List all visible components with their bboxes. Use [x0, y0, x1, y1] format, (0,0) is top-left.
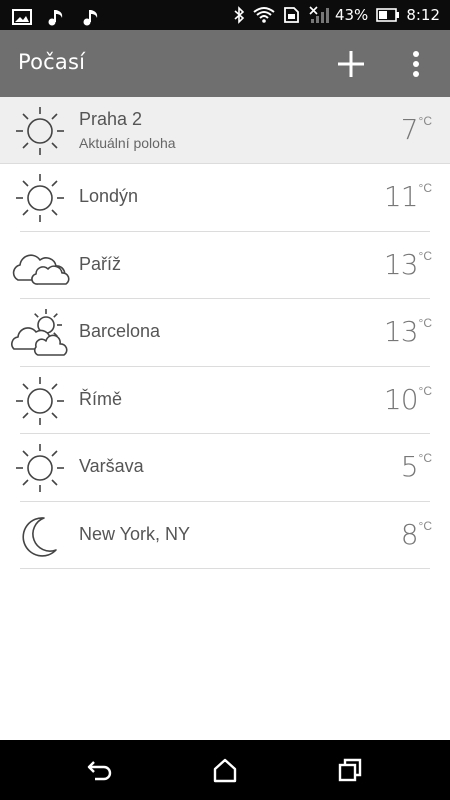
location-row[interactable]: New York, NY 8 °C [0, 502, 450, 569]
cloud-icon [12, 253, 70, 285]
back-icon [87, 761, 112, 781]
home-icon [213, 758, 237, 783]
add-icon [338, 51, 364, 77]
notification-icons [12, 6, 112, 25]
sun-icon [16, 376, 64, 425]
sim-card-icon [284, 7, 299, 23]
recent-apps-button[interactable] [335, 756, 365, 784]
city-name: Paříž [79, 253, 122, 274]
system-status: 43% 8:12 [225, 0, 440, 30]
home-button[interactable] [210, 756, 240, 784]
location-row-current[interactable]: Praha 2 Aktuální poloha 7 °C [0, 97, 450, 164]
moon-icon [22, 516, 57, 557]
location-row[interactable]: Londýn 11 °C [0, 164, 450, 232]
temperature-unit: °C [418, 451, 432, 465]
battery-percent: 43% [334, 6, 369, 24]
image-icon [12, 8, 32, 25]
music-note-icon [83, 9, 98, 25]
temperature-unit: °C [418, 316, 432, 330]
signal-off-icon [309, 6, 329, 23]
battery-icon [376, 8, 400, 22]
location-row[interactable]: Barcelona 13 °C [0, 299, 450, 367]
temperature: 8 °C [401, 518, 432, 552]
bluetooth-icon [234, 6, 245, 24]
more-vert-icon [413, 51, 419, 77]
add-location-button[interactable] [336, 49, 366, 79]
sun-icon [16, 107, 64, 155]
temperature-value: 8 [400, 517, 419, 551]
temperature: 13 °C [384, 315, 432, 349]
current-location-label: Aktuální poloha [79, 135, 176, 151]
city-name: Londýn [79, 186, 139, 206]
app-title: Počasí [18, 50, 86, 74]
divider [20, 568, 430, 569]
partly-cloudy-icon [11, 309, 68, 356]
temperature: 5 °C [401, 450, 432, 484]
sun-icon [16, 444, 64, 492]
temperature-unit: °C [418, 114, 432, 128]
location-list: Praha 2 Aktuální poloha 7 °C Londýn 11 °C Paří… [0, 97, 450, 569]
clock: 8:12 [406, 6, 440, 24]
music-note-icon [48, 9, 63, 25]
temperature-value: 10 [383, 382, 419, 416]
recent-apps-icon [338, 758, 362, 782]
temperature: 11 °C [384, 180, 432, 214]
app-bar: Počasí [0, 30, 450, 97]
temperature-value: 11 [383, 180, 419, 213]
temperature: 7 °C [401, 113, 432, 147]
temperature-unit: °C [418, 181, 432, 195]
wifi-icon [253, 7, 275, 23]
city-name: New York, NY [79, 523, 191, 544]
sun-icon [16, 174, 64, 222]
temperature-value: 13 [383, 247, 419, 281]
temperature-unit: °C [418, 383, 432, 398]
temperature: 13 °C [384, 248, 432, 282]
temperature-value: 13 [383, 315, 419, 348]
city-name: Varšava [79, 456, 144, 476]
location-row[interactable]: Varšava 5 °C [0, 434, 450, 502]
city-name: Barcelona [79, 321, 161, 341]
location-row[interactable]: Římě 10 °C [0, 367, 450, 434]
city-name: Praha 2 [79, 109, 143, 129]
navigation-bar [0, 740, 450, 800]
back-button[interactable] [85, 756, 115, 784]
temperature-unit: °C [418, 518, 432, 533]
temperature-value: 5 [400, 450, 419, 483]
temperature-unit: °C [418, 248, 432, 263]
city-name: Římě [79, 388, 123, 409]
overflow-menu-button[interactable] [406, 48, 426, 80]
location-row[interactable]: Paříž 13 °C [0, 232, 450, 299]
status-bar: 43% 8:12 [0, 0, 450, 30]
temperature-value: 7 [400, 113, 419, 146]
temperature: 10 °C [384, 383, 432, 417]
